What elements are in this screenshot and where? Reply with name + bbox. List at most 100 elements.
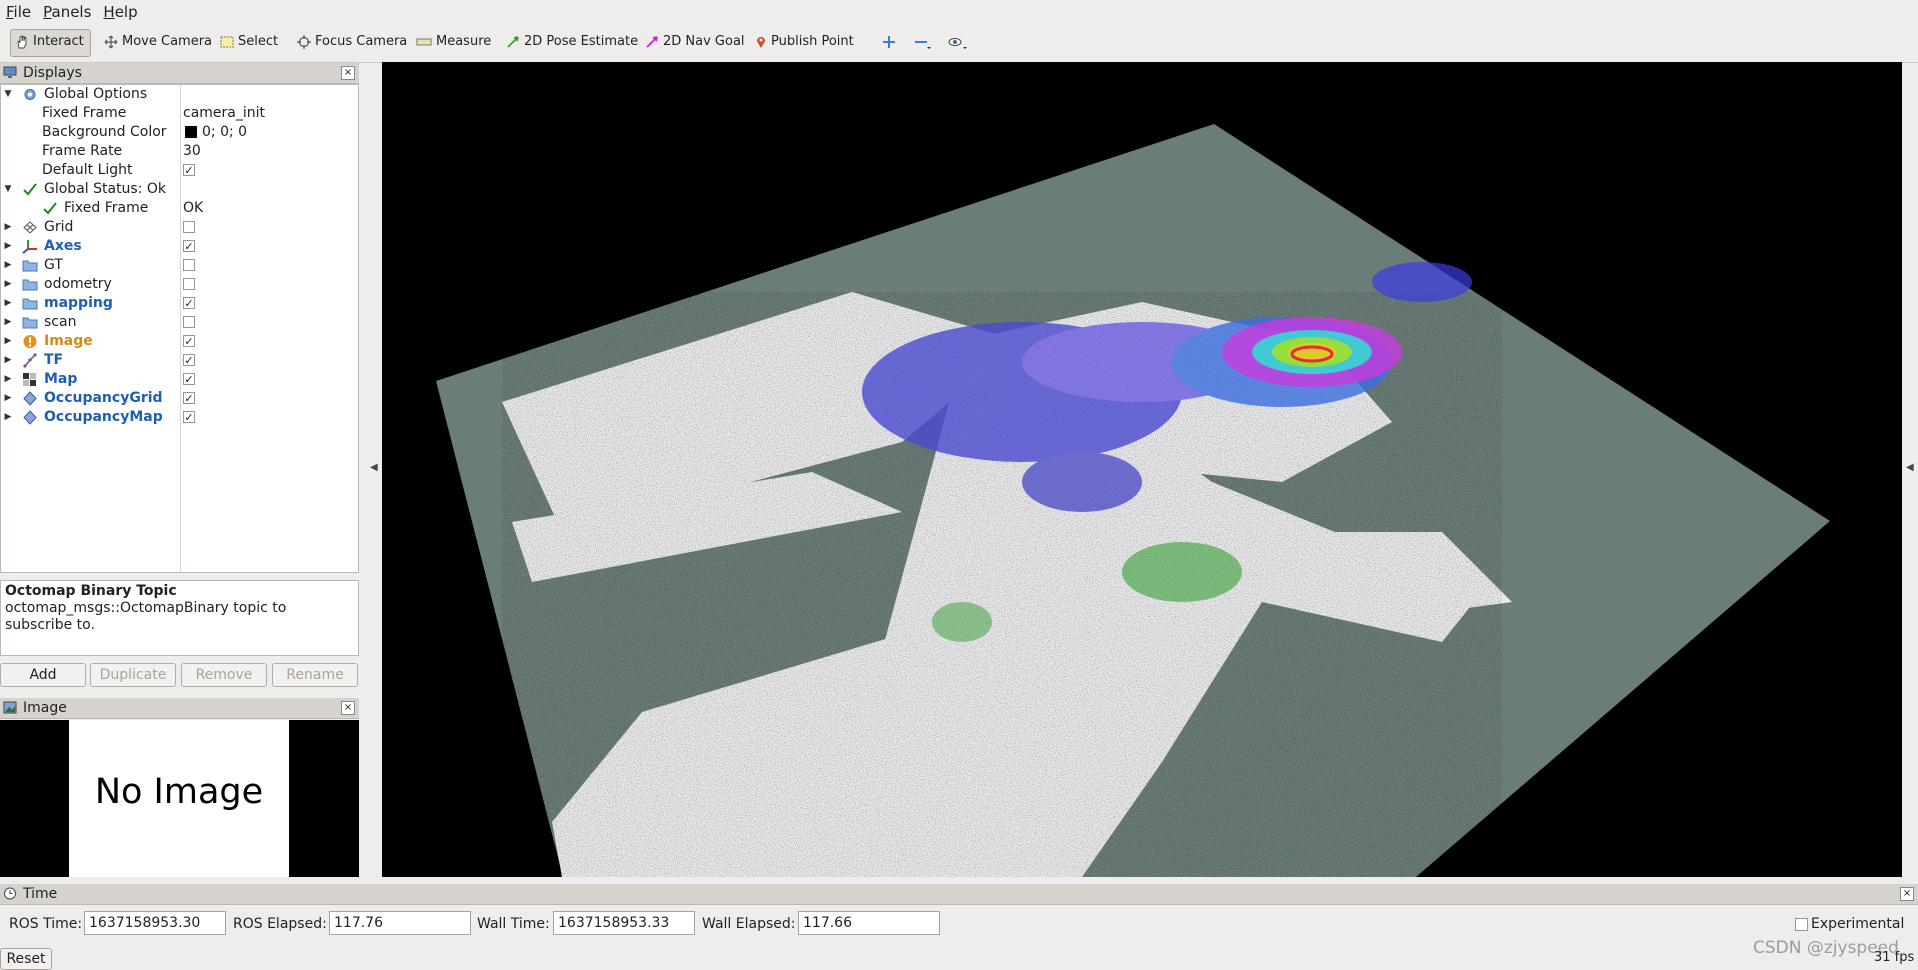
interact-tool-button[interactable]: Interact xyxy=(10,29,91,57)
row-label: GT xyxy=(44,257,63,273)
expand-arrow-icon[interactable]: ▶ xyxy=(3,351,13,370)
tree-row-default-light[interactable]: Default Light ✓ xyxy=(1,161,358,180)
gear-icon xyxy=(24,89,36,100)
rename-display-button[interactable]: Rename xyxy=(272,663,358,687)
tf-checkbox[interactable]: ✓ xyxy=(183,354,195,367)
monitor-icon xyxy=(3,66,17,78)
occupancy-grid-checkbox[interactable]: ✓ xyxy=(183,392,195,405)
pose-estimate-tool-button[interactable]: 2D Pose Estimate xyxy=(502,29,644,55)
tree-row-fixed-frame[interactable]: Fixed Frame camera_init xyxy=(1,104,358,123)
grid-checkbox[interactable] xyxy=(183,221,195,233)
tree-row-image[interactable]: ▶ Image ✓ xyxy=(1,332,358,351)
property-description: Octomap Binary Topic octomap_msgs::Octom… xyxy=(0,580,359,656)
tree-row-occupancy-grid[interactable]: ▶ OccupancyGrid ✓ xyxy=(1,389,358,408)
ros-elapsed-field[interactable]: 117.76 xyxy=(329,911,471,935)
expand-arrow-icon[interactable]: ▶ xyxy=(3,408,13,427)
expand-arrow-icon[interactable]: ▼ xyxy=(3,180,13,199)
menu-panels[interactable]: Panels xyxy=(37,0,97,22)
tree-row-status-fixed-frame[interactable]: Fixed Frame OK xyxy=(1,199,358,218)
add-display-button[interactable]: Add xyxy=(0,663,86,687)
expand-arrow-icon[interactable]: ▶ xyxy=(3,294,13,313)
row-label: Global Status: Ok xyxy=(44,181,167,197)
expand-arrow-icon[interactable]: ▶ xyxy=(3,275,13,294)
row-label: OccupancyGrid xyxy=(44,390,163,406)
tree-row-grid[interactable]: ▶ Grid xyxy=(1,218,358,237)
row-label: Background Color xyxy=(42,124,167,140)
magenta-arrow-icon xyxy=(646,35,658,48)
wall-time-label: Wall Time: xyxy=(477,916,550,932)
tree-row-mapping[interactable]: ▶ mapping ✓ xyxy=(1,294,358,313)
collapse-right-arrow-icon[interactable]: ◀ xyxy=(1906,462,1914,473)
toolbar: Interact Move Camera Select Focus Camera… xyxy=(0,22,1918,63)
occupancy-map-checkbox[interactable]: ✓ xyxy=(183,411,195,424)
close-icon[interactable]: × xyxy=(341,66,355,80)
render-viewport[interactable] xyxy=(382,62,1902,877)
map-checkbox[interactable]: ✓ xyxy=(183,373,195,386)
expand-arrow-icon[interactable]: ▶ xyxy=(3,332,13,351)
folder-icon xyxy=(22,317,38,329)
expand-arrow-icon[interactable]: ▶ xyxy=(3,237,13,256)
duplicate-display-button[interactable]: Duplicate xyxy=(90,663,176,687)
mapping-checkbox[interactable]: ✓ xyxy=(183,297,195,310)
add-tool-button[interactable] xyxy=(878,29,906,55)
expand-arrow-icon[interactable]: ▶ xyxy=(3,389,13,408)
row-label: Fixed Frame xyxy=(42,105,127,121)
warning-icon xyxy=(23,335,37,348)
focus-camera-tool-button[interactable]: Focus Camera xyxy=(293,29,413,55)
collapse-left-arrow-icon[interactable]: ◀ xyxy=(370,462,378,473)
tree-row-frame-rate[interactable]: Frame Rate 30 xyxy=(1,142,358,161)
tree-row-map[interactable]: ▶ Map ✓ xyxy=(1,370,358,389)
wall-elapsed-field[interactable]: 117.66 xyxy=(798,911,940,935)
expand-arrow-icon[interactable]: ▶ xyxy=(3,313,13,332)
remove-display-button[interactable]: Remove xyxy=(181,663,267,687)
tree-row-scan[interactable]: ▶ scan xyxy=(1,313,358,332)
experimental-checkbox[interactable] xyxy=(1795,918,1808,931)
expand-arrow-icon[interactable]: ▼ xyxy=(3,85,13,104)
tree-row-global-status[interactable]: ▼ Global Status: Ok xyxy=(1,180,358,199)
nav-goal-tool-button[interactable]: 2D Nav Goal xyxy=(641,29,751,55)
reset-button[interactable]: Reset xyxy=(0,948,52,970)
octomap-icon xyxy=(23,410,37,425)
tree-row-odometry[interactable]: ▶ odometry xyxy=(1,275,358,294)
expand-arrow-icon[interactable]: ▶ xyxy=(3,370,13,389)
ros-time-field[interactable]: 1637158953.30 xyxy=(84,911,226,935)
row-label: Fixed Frame xyxy=(64,200,149,216)
tree-row-gt[interactable]: ▶ GT xyxy=(1,256,358,275)
row-label: Frame Rate xyxy=(42,143,123,159)
tree-row-background-color[interactable]: Background Color 0; 0; 0 xyxy=(1,123,358,142)
expand-arrow-icon[interactable]: ▶ xyxy=(3,218,13,237)
color-swatch[interactable] xyxy=(185,126,197,138)
remove-tool-button[interactable] xyxy=(910,29,942,55)
gt-checkbox[interactable] xyxy=(183,259,195,271)
select-tool-button[interactable]: Select xyxy=(216,29,284,55)
publish-point-tool-button[interactable]: Publish Point xyxy=(751,29,860,55)
wall-time-field[interactable]: 1637158953.33 xyxy=(553,911,695,935)
view-options-button[interactable] xyxy=(944,29,978,55)
menu-file[interactable]: File xyxy=(0,0,37,22)
scan-checkbox[interactable] xyxy=(183,316,195,328)
background-color-value[interactable]: 0; 0; 0 xyxy=(202,123,247,142)
default-light-checkbox[interactable]: ✓ xyxy=(183,164,195,177)
fixed-frame-value[interactable]: camera_init xyxy=(183,104,265,123)
close-icon[interactable]: × xyxy=(341,701,355,715)
image-checkbox[interactable]: ✓ xyxy=(183,335,195,348)
move-camera-tool-button[interactable]: Move Camera xyxy=(100,29,218,55)
row-label: scan xyxy=(44,314,77,330)
frame-rate-value[interactable]: 30 xyxy=(183,142,201,161)
hand-icon xyxy=(17,34,27,48)
expand-arrow-icon[interactable]: ▶ xyxy=(3,256,13,275)
close-icon[interactable]: × xyxy=(1900,887,1914,901)
odometry-checkbox[interactable] xyxy=(183,278,195,290)
axes-checkbox[interactable]: ✓ xyxy=(183,240,195,253)
menu-help[interactable]: Help xyxy=(97,0,143,22)
tree-row-axes[interactable]: ▶ Axes ✓ xyxy=(1,237,358,256)
nav-goal-tool-label: 2D Nav Goal xyxy=(663,34,745,49)
ros-time-label: ROS Time: xyxy=(9,916,83,932)
displays-panel-header: Displays × xyxy=(0,63,359,84)
measure-tool-button[interactable]: Measure xyxy=(412,29,497,55)
tree-row-global-options[interactable]: ▼ Global Options xyxy=(1,85,358,104)
wall-elapsed-label: Wall Elapsed: xyxy=(702,916,796,932)
tree-row-occupancy-map[interactable]: ▶ OccupancyMap ✓ xyxy=(1,408,358,427)
tree-row-tf[interactable]: ▶ TF ✓ xyxy=(1,351,358,370)
octomap-icon xyxy=(23,391,37,406)
